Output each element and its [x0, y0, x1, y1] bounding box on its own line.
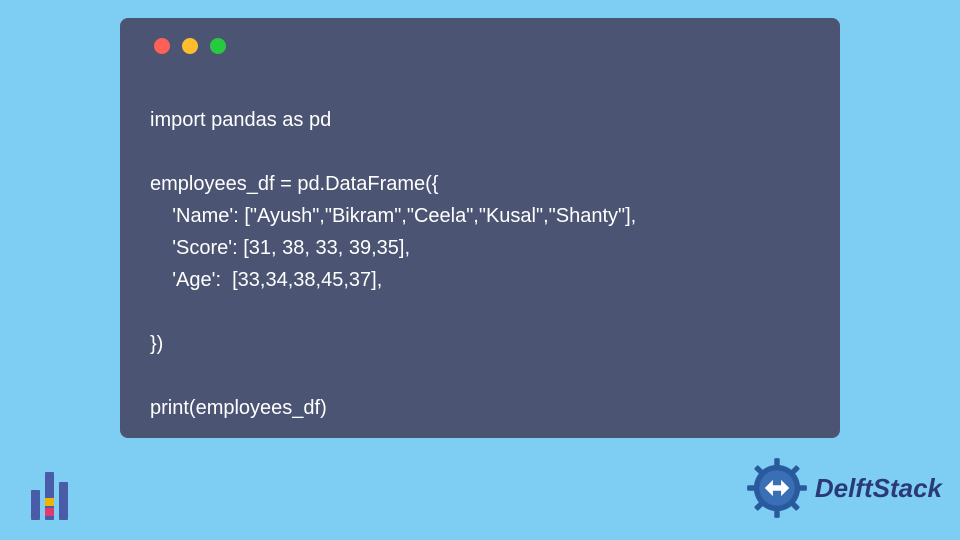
code-window: import pandas as pd employees_df = pd.Da…: [120, 18, 840, 438]
code-line: }): [150, 333, 163, 355]
code-line: print(employees_df): [150, 397, 327, 419]
logo-bar: [59, 482, 68, 520]
logo-bar: [31, 490, 40, 520]
brand-name: DelftStack: [815, 473, 942, 504]
bars-logo-icon: [20, 462, 78, 520]
code-line: 'Name': ["Ayush","Bikram","Ceela","Kusal…: [150, 205, 636, 227]
maximize-icon: [210, 38, 226, 54]
code-line: 'Age': [33,34,38,45,37],: [150, 269, 382, 291]
close-icon: [154, 38, 170, 54]
code-line: employees_df = pd.DataFrame({: [150, 173, 439, 195]
brand-logo: DelftStack: [743, 454, 942, 522]
code-line: import pandas as pd: [150, 109, 331, 131]
gear-badge-icon: [743, 454, 811, 522]
window-traffic-lights: [154, 38, 810, 54]
minimize-icon: [182, 38, 198, 54]
logo-bar: [45, 472, 54, 520]
code-block: import pandas as pd employees_df = pd.Da…: [150, 72, 810, 456]
code-line: 'Score': [31, 38, 33, 39,35],: [150, 237, 410, 259]
